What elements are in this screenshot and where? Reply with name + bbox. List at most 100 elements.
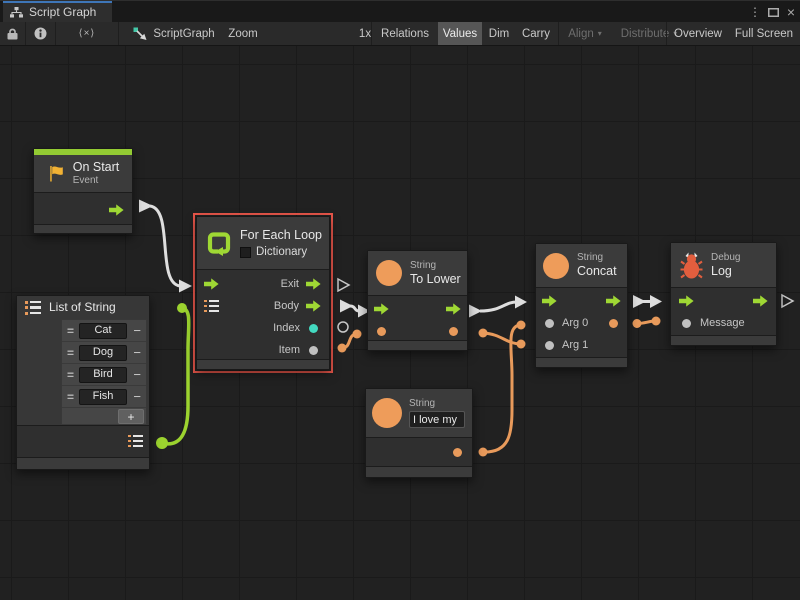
bug-icon [680, 252, 703, 279]
node-to-lower[interactable]: String To Lower [367, 250, 468, 351]
port-label-arg1: Arg 1 [562, 339, 588, 351]
remove-item-button[interactable]: − [133, 324, 141, 337]
port-label-item: Item [279, 344, 300, 356]
list-header: List of String [17, 296, 149, 319]
info-icon [34, 27, 47, 40]
node-title: Log [711, 264, 740, 279]
title-bar: Script Graph ⋮ × [0, 0, 800, 22]
list-icon [25, 301, 41, 315]
string-out-port[interactable] [453, 448, 462, 457]
graph-picker[interactable]: ScriptGraph [132, 22, 216, 45]
drag-handle[interactable]: = [67, 368, 79, 382]
remove-item-button[interactable]: − [133, 346, 141, 359]
flow-out-port[interactable] [109, 204, 124, 216]
node-subtitle: Event [73, 175, 120, 187]
index-out-port[interactable] [309, 324, 318, 333]
string-out-port[interactable] [449, 327, 458, 336]
list-out-port[interactable] [128, 435, 143, 448]
flow-out-port[interactable] [753, 295, 768, 307]
add-item-button[interactable]: + [118, 409, 144, 424]
list-footer [17, 457, 149, 469]
inspect-code-button[interactable]: ⟨×⟩ [56, 22, 118, 45]
tolower-header: String To Lower [368, 251, 467, 296]
on-start-footer [34, 224, 132, 233]
flow-out-port[interactable] [606, 295, 621, 307]
tab-script-graph[interactable]: Script Graph [3, 1, 112, 23]
port-label-body: Body [274, 300, 299, 312]
string-type-icon [543, 253, 569, 279]
list-item-row: = Cat − [62, 320, 146, 342]
flow-in-port[interactable] [204, 278, 219, 290]
node-list-of-string[interactable]: List of String = Cat − = Dog − = Bird − [16, 295, 150, 470]
concat-header: String Concat [536, 244, 627, 288]
remove-item-button[interactable]: − [133, 390, 141, 403]
arg1-in-port[interactable] [545, 341, 554, 350]
flow-in-port[interactable] [374, 303, 389, 315]
relations-button[interactable]: Relations [374, 22, 436, 45]
node-category: String [410, 260, 461, 272]
node-string-literal[interactable]: String [365, 388, 473, 478]
window-maximize-button[interactable] [764, 1, 782, 23]
foreach-footer [197, 359, 329, 369]
script-graph-icon [133, 27, 147, 40]
node-category: String [577, 252, 617, 264]
info-button[interactable] [26, 22, 55, 45]
flow-in-port[interactable] [679, 295, 694, 307]
drag-handle[interactable]: = [67, 324, 79, 338]
carry-button[interactable]: Carry [516, 22, 556, 45]
result-out-port[interactable] [609, 319, 618, 328]
window-close-button[interactable]: × [783, 1, 799, 23]
node-title: Concat [577, 264, 617, 279]
list-item-field[interactable]: Bird [79, 367, 127, 383]
exit-flow-out-port[interactable] [306, 278, 321, 290]
overview-button[interactable]: Overview [668, 22, 728, 45]
literal-header: String [366, 389, 472, 438]
script-graph-window: Script Graph ⋮ × ⟨×⟩ [0, 0, 800, 600]
port-label-index: Index [273, 322, 300, 334]
dim-button[interactable]: Dim [484, 22, 514, 45]
node-concat[interactable]: String Concat Arg 0 Arg 1 [535, 243, 628, 368]
values-button[interactable]: Values [438, 22, 482, 45]
window-menu-button[interactable]: ⋮ [748, 1, 762, 23]
node-title: To Lower [410, 272, 461, 287]
flag-icon [47, 165, 65, 182]
string-in-port[interactable] [377, 327, 386, 336]
item-out-port[interactable] [309, 346, 318, 355]
string-value-input[interactable] [409, 411, 465, 428]
list-item-row: = Fish − [62, 386, 146, 408]
list-item-field[interactable]: Fish [79, 389, 127, 405]
checkbox-label: Dictionary [256, 246, 307, 258]
graph-toolbar: ⟨×⟩ ScriptGraph Zoom 1x Relations Values… [0, 22, 800, 46]
drag-handle[interactable]: = [67, 390, 79, 404]
concat-footer [536, 357, 627, 367]
log-header: Debug Log [671, 243, 776, 288]
string-type-icon [376, 260, 402, 286]
node-on-start[interactable]: On Start Event [33, 148, 133, 234]
dictionary-checkbox[interactable] [240, 247, 251, 258]
maximize-icon [768, 8, 779, 17]
node-debug-log[interactable]: Debug Log Message [670, 242, 777, 346]
list-item-field[interactable]: Cat [79, 323, 127, 339]
list-editor: = Cat − = Dog − = Bird − = Fish − [61, 319, 147, 425]
body-flow-out-port[interactable] [306, 300, 321, 312]
node-for-each-loop[interactable]: For Each Loop Dictionary Exit Body [196, 216, 330, 370]
list-item-field[interactable]: Dog [79, 345, 127, 361]
flow-out-port[interactable] [446, 303, 461, 315]
collection-in-port[interactable] [204, 300, 219, 313]
on-start-header: On Start Event [34, 155, 132, 193]
remove-item-button[interactable]: − [133, 368, 141, 381]
drag-handle[interactable]: = [67, 346, 79, 360]
fullscreen-button[interactable]: Full Screen [730, 22, 798, 45]
tab-label: Script Graph [29, 5, 96, 19]
flow-in-port[interactable] [542, 295, 557, 307]
graph-hierarchy-icon [10, 7, 23, 18]
lock-button[interactable] [0, 22, 25, 45]
arg0-in-port[interactable] [545, 319, 554, 328]
port-label-arg0: Arg 0 [562, 317, 588, 329]
list-item-row: = Bird − [62, 364, 146, 386]
literal-footer [366, 466, 472, 477]
log-footer [671, 335, 776, 345]
node-category: Debug [711, 252, 740, 264]
message-in-port[interactable] [682, 319, 691, 328]
align-dropdown[interactable]: Align▾ [560, 22, 610, 45]
